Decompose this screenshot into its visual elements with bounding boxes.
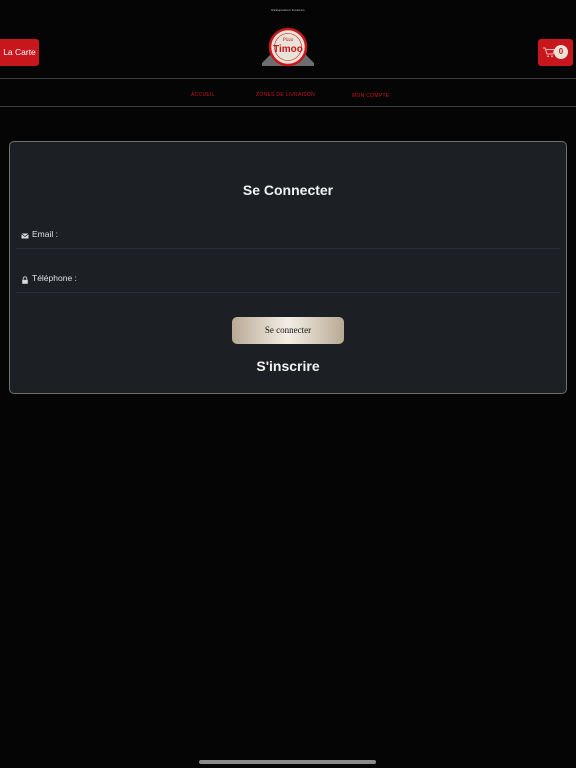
phone-label: Téléphone :	[32, 273, 77, 283]
nav-item-mon-compte[interactable]: MON COMPTE	[352, 93, 389, 99]
register-link[interactable]: S'inscrire	[10, 358, 566, 374]
header-tagline: Restauration livraison	[271, 8, 305, 12]
cart-button[interactable]: 0	[538, 39, 573, 66]
home-indicator[interactable]	[199, 760, 376, 764]
nav-top-divider	[0, 78, 576, 79]
login-title: Se Connecter	[242, 182, 334, 198]
restaurant-logo[interactable]: Pizza Timoo	[260, 27, 316, 69]
lock-icon	[22, 276, 28, 284]
login-card: Se Connecter Email : Téléphone : Se conn…	[9, 141, 567, 394]
phone-field[interactable]: Téléphone :	[16, 270, 560, 293]
menu-button[interactable]: La Carte	[0, 39, 39, 66]
envelope-icon	[21, 233, 29, 239]
email-field[interactable]: Email :	[16, 226, 560, 249]
logo-script: Pizza	[282, 38, 294, 43]
email-label: Email :	[32, 229, 58, 239]
phone-input[interactable]	[86, 272, 550, 290]
email-input[interactable]	[86, 228, 550, 246]
logo-icon: Pizza Timoo	[262, 27, 314, 67]
nav-item-zones-livraison[interactable]: ZONES DE LIVRAISON	[256, 92, 315, 98]
nav-item-accueil[interactable]: ACCUEIL	[191, 92, 215, 98]
login-submit-button[interactable]: Se connecter	[232, 317, 344, 344]
logo-text: Timoo	[273, 44, 303, 55]
cart-count-badge: 0	[554, 45, 568, 59]
nav-bottom-divider	[0, 106, 576, 107]
